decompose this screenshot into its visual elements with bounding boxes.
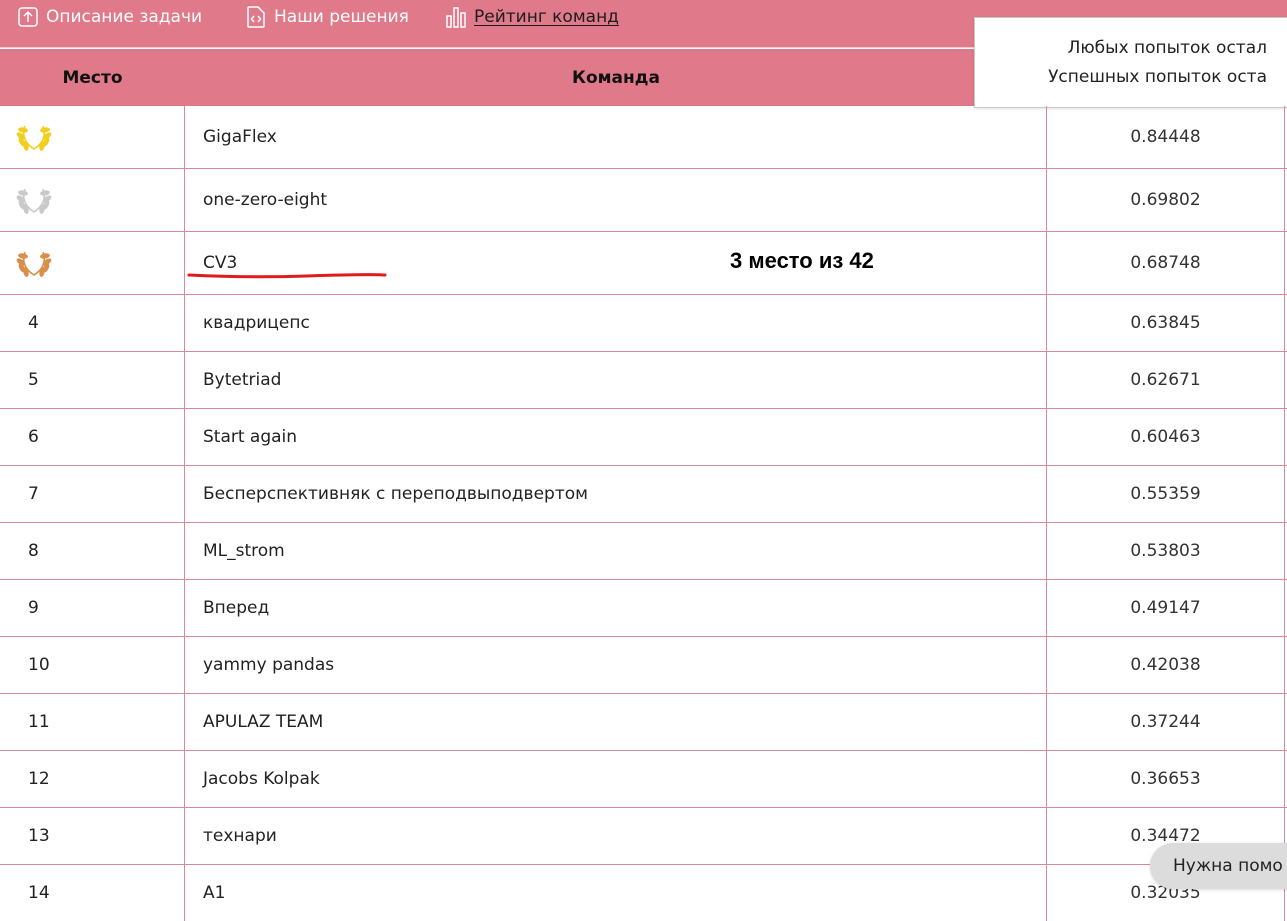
place-cell: [0, 169, 185, 231]
place-cell: 8: [0, 523, 185, 579]
place-cell: 10: [0, 637, 185, 693]
team-name: Jacobs Kolpak: [185, 751, 1047, 807]
header-place: Место: [62, 67, 123, 88]
table-row: CV3 0.68748: [0, 232, 1287, 295]
table-row: 9 Вперед 0.49147: [0, 580, 1287, 637]
header-team: Команда: [572, 67, 660, 88]
place-cell: 5: [0, 352, 185, 408]
nav-tab-our-solutions[interactable]: Наши решения: [244, 4, 409, 30]
table-row: 4 квадрицепс 0.63845: [0, 295, 1287, 352]
place-number: 9: [28, 598, 39, 618]
place-cell: 11: [0, 694, 185, 750]
table-row: 11 APULAZ TEAM 0.37244: [0, 694, 1287, 751]
code-file-icon: [244, 5, 268, 29]
team-name: CV3: [185, 232, 1047, 294]
team-name: ML_strom: [185, 523, 1047, 579]
gold-laurel-icon: [16, 122, 52, 152]
place-cell: 7: [0, 466, 185, 522]
successful-attempts-left: Успешных попыток оста: [1048, 67, 1267, 87]
score: 0.84448: [1047, 106, 1285, 168]
place-number: 11: [28, 712, 50, 732]
table-row: GigaFlex 0.84448: [0, 106, 1287, 169]
table-row: 8 ML_strom 0.53803: [0, 523, 1287, 580]
team-name: Вперед: [185, 580, 1047, 636]
nav-tab-label: Рейтинг команд: [474, 7, 619, 27]
team-name: APULAZ TEAM: [185, 694, 1047, 750]
score: 0.69802: [1047, 169, 1285, 231]
score: 0.37244: [1047, 694, 1285, 750]
help-button[interactable]: Нужна помо: [1150, 843, 1287, 889]
score: 0.62671: [1047, 352, 1285, 408]
place-cell: 6: [0, 409, 185, 465]
table-row: 5 Bytetriad 0.62671: [0, 352, 1287, 409]
place-cell: 4: [0, 295, 185, 351]
score: 0.49147: [1047, 580, 1285, 636]
place-number: 6: [28, 427, 39, 447]
place-annotation: 3 место из 42: [730, 248, 874, 273]
place-number: 12: [28, 769, 50, 789]
place-number: 14: [28, 883, 50, 903]
upload-box-icon: [16, 5, 40, 29]
bronze-laurel-icon: [16, 248, 52, 278]
place-cell: 12: [0, 751, 185, 807]
nav-tab-label: Наши решения: [274, 7, 409, 27]
team-name: Bytetriad: [185, 352, 1047, 408]
annotation-underline: [187, 273, 387, 279]
bar-chart-icon: [444, 5, 468, 29]
place-number: 5: [28, 370, 39, 390]
place-number: 7: [28, 484, 39, 504]
place-cell: 14: [0, 865, 185, 921]
score: 0.36653: [1047, 751, 1285, 807]
score: 0.60463: [1047, 409, 1285, 465]
place-number: 13: [28, 826, 50, 846]
score: 0.42038: [1047, 637, 1285, 693]
score: 0.68748: [1047, 232, 1285, 294]
place-cell: [0, 106, 185, 168]
table-row: 6 Start again 0.60463: [0, 409, 1287, 466]
team-name: Бесперспективняк с переподвыподвертом: [185, 466, 1047, 522]
silver-laurel-icon: [16, 185, 52, 215]
place-number: 8: [28, 541, 39, 561]
team-name: yammy pandas: [185, 637, 1047, 693]
table-row: 10 yammy pandas 0.42038: [0, 637, 1287, 694]
table-row: 7 Бесперспективняк с переподвыподвертом 0.…: [0, 466, 1287, 523]
score: 0.63845: [1047, 295, 1285, 351]
team-name: A1: [185, 865, 1047, 921]
any-attempts-left: Любых попыток остал: [1067, 38, 1267, 58]
place-cell: [0, 232, 185, 294]
nav-tab-team-rating[interactable]: Рейтинг команд: [444, 4, 619, 30]
team-name: one-zero-eight: [185, 169, 1047, 231]
table-row: 13 технари 0.34472: [0, 808, 1287, 865]
team-name: Start again: [185, 409, 1047, 465]
score: 0.55359: [1047, 466, 1285, 522]
table-row: one-zero-eight 0.69802: [0, 169, 1287, 232]
score: 0.53803: [1047, 523, 1285, 579]
place-number: 10: [28, 655, 50, 675]
table-row: 14 A1 0.32035: [0, 865, 1287, 921]
attempts-panel: Любых попыток остал Успешных попыток ост…: [974, 17, 1287, 108]
nav-tab-label: Описание задачи: [46, 7, 203, 27]
nav-tab-task-description[interactable]: Описание задачи: [16, 4, 202, 30]
place-cell: 13: [0, 808, 185, 864]
team-name: технари: [185, 808, 1047, 864]
team-name: GigaFlex: [185, 106, 1047, 168]
table-row: 12 Jacobs Kolpak 0.36653: [0, 751, 1287, 808]
place-number: 4: [28, 313, 39, 333]
team-name: квадрицепс: [185, 295, 1047, 351]
place-cell: 9: [0, 580, 185, 636]
